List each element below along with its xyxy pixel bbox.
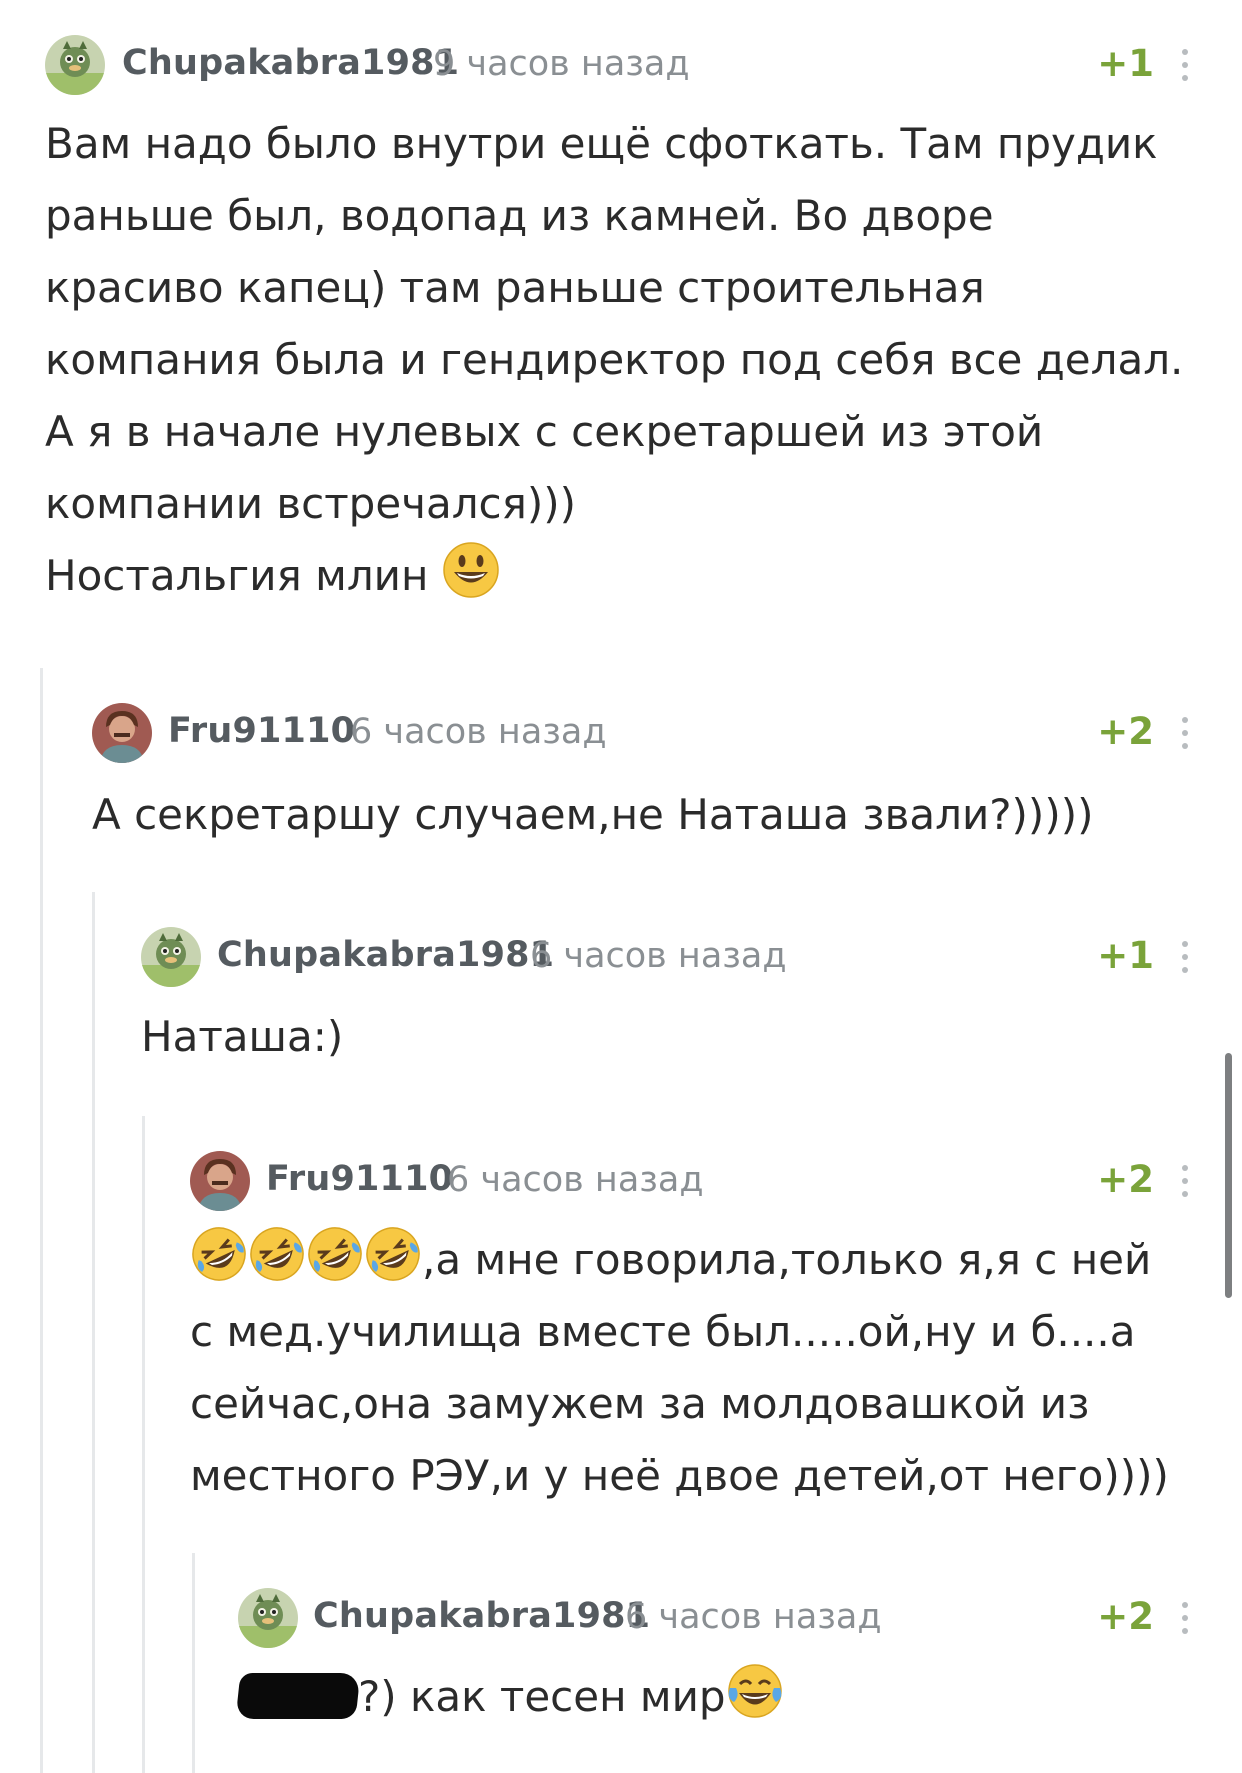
username[interactable]: Chupakabra1981	[217, 935, 554, 975]
avatar[interactable]	[45, 35, 105, 95]
timestamp: 6 часов назад	[350, 712, 607, 752]
dragon-avatar-icon	[45, 35, 105, 95]
comment-text-line: компании встречался)))	[45, 479, 577, 528]
rating: +1	[1097, 934, 1154, 977]
comment-body: ?) как тесен мир	[235, 1661, 784, 1733]
comment-body: ,а мне говорила,только я,я с ней с мед.у…	[190, 1224, 1169, 1512]
username[interactable]: Chupakabra1981	[313, 1596, 650, 1636]
comment-text: Ностальгия млин	[45, 551, 429, 600]
comment-body: Наташа:)	[141, 1001, 343, 1073]
dragon-avatar-icon	[141, 927, 201, 987]
comment-text-line: сейчас,она замужем за молдовашкой из	[190, 1379, 1090, 1428]
rolling-on-floor-laughing-emoji-icon	[248, 1225, 306, 1283]
avatar[interactable]	[141, 927, 201, 987]
timestamp: 6 часов назад	[625, 1597, 882, 1637]
comment-text-line-with-emoji: ,а мне говорила,только я,я с ней	[190, 1224, 1169, 1296]
comment-text-line: Наташа:)	[141, 1012, 344, 1061]
rating: +1	[1097, 42, 1154, 85]
comment-text-line: местного РЭУ,и у неё двое детей,от него)…	[190, 1451, 1169, 1500]
grinning-face-emoji-icon	[442, 541, 500, 599]
rolling-on-floor-laughing-emoji-icon	[190, 1225, 248, 1283]
scrollbar[interactable]	[1225, 1053, 1232, 1298]
more-options-icon[interactable]	[1180, 717, 1190, 753]
thread-line-level-3	[142, 1116, 145, 1773]
avatar[interactable]	[238, 1588, 298, 1648]
comment-text-line: раньше был, водопад из камней. Во дворе	[45, 191, 994, 240]
rolling-on-floor-laughing-emoji-icon	[306, 1225, 364, 1283]
more-options-icon[interactable]	[1180, 941, 1190, 977]
comment-text-line-with-emoji: ?) как тесен мир	[235, 1661, 784, 1733]
comment-text: ?) как тесен мир	[358, 1672, 726, 1721]
avatar[interactable]	[190, 1151, 250, 1211]
comment-body: Вам надо было внутри ещё сфоткать. Там п…	[45, 108, 1183, 612]
more-options-icon[interactable]	[1180, 1165, 1190, 1201]
comment-text-line-with-emoji: Ностальгия млин	[45, 540, 1183, 612]
comment-text-line: компания была и гендиректор под себя все…	[45, 335, 1184, 384]
timestamp: 9 часов назад	[433, 44, 690, 84]
thread-line-level-4	[192, 1553, 195, 1773]
rating: +2	[1097, 710, 1154, 753]
username[interactable]: Fru91110	[168, 711, 355, 751]
tears-of-joy-emoji-icon	[726, 1662, 784, 1720]
more-options-icon[interactable]	[1180, 49, 1190, 85]
rating: +2	[1097, 1595, 1154, 1638]
comment-text: ,а мне говорила,только я,я с ней	[422, 1235, 1152, 1284]
comment-header: Chupakabra1981 6 часов назад +2	[0, 1588, 1242, 1648]
username[interactable]: Fru91110	[266, 1159, 453, 1199]
comment-header: Chupakabra1981 9 часов назад +1	[0, 35, 1242, 95]
rating: +2	[1097, 1158, 1154, 1201]
comment-text-line: с мед.училища вместе был.....ой,ну и б..…	[190, 1307, 1136, 1356]
redaction-scribble	[235, 1673, 361, 1719]
rolling-on-floor-laughing-emoji-icon	[364, 1225, 422, 1283]
comment-header: Fru91110 6 часов назад +2	[0, 703, 1242, 763]
comment-text-line: А я в начале нулевых с секретаршей из эт…	[45, 407, 1044, 456]
username[interactable]: Chupakabra1981	[122, 43, 459, 83]
dragon-avatar-icon	[238, 1588, 298, 1648]
comment-text-line: А секретаршу случаем,не Наташа звали?)))…	[92, 790, 1094, 839]
timestamp: 6 часов назад	[530, 936, 787, 976]
more-options-icon[interactable]	[1180, 1602, 1190, 1638]
comment-text-line: красиво капец) там раньше строительная	[45, 263, 985, 312]
comment-text-line: Вам надо было внутри ещё сфоткать. Там п…	[45, 119, 1158, 168]
comment-header: Chupakabra1981 6 часов назад +1	[0, 927, 1242, 987]
portrait-avatar-icon	[190, 1151, 250, 1211]
timestamp: 6 часов назад	[447, 1160, 704, 1200]
portrait-avatar-icon	[92, 703, 152, 763]
comment-header: Fru91110 6 часов назад +2	[0, 1151, 1242, 1211]
avatar[interactable]	[92, 703, 152, 763]
comment-body: А секретаршу случаем,не Наташа звали?)))…	[92, 779, 1093, 851]
